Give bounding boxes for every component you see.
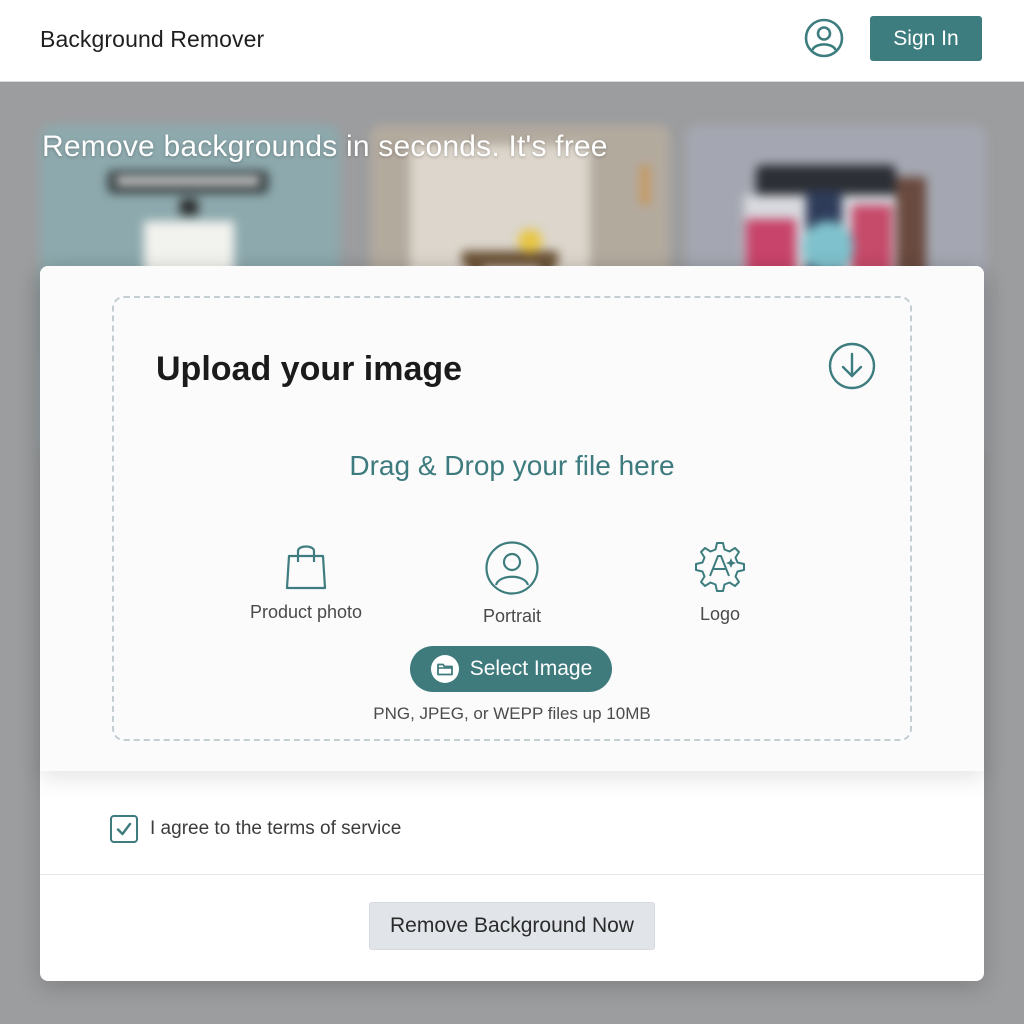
- terms-row: I agree to the terms of service: [110, 814, 401, 844]
- checkmark-icon: [116, 822, 132, 836]
- upload-panel: Upload your image Drag & Drop your file …: [40, 266, 984, 771]
- top-bar: Background Remover Sign In: [0, 0, 1024, 82]
- type-label-product-photo: Product photo: [249, 602, 363, 622]
- gear-letter-a-icon: [695, 542, 745, 592]
- account-button[interactable]: [803, 17, 845, 59]
- drop-zone[interactable]: Upload your image Drag & Drop your file …: [112, 296, 912, 741]
- hero-headline: Remove backgrounds in seconds. It's free: [42, 130, 608, 163]
- select-image-button[interactable]: Select Image: [410, 646, 612, 692]
- select-image-label: Select Image: [469, 657, 593, 680]
- user-circle-icon: [804, 18, 844, 58]
- terms-label: I agree to the terms of service: [150, 818, 402, 839]
- type-option-product-photo[interactable]: Product photo: [216, 540, 396, 623]
- sign-in-button[interactable]: Sign In: [870, 16, 982, 61]
- upload-card: Upload your image Drag & Drop your file …: [40, 266, 984, 981]
- type-option-portrait[interactable]: Portrait: [422, 540, 602, 627]
- app-title: Background Remover: [40, 26, 265, 52]
- remove-background-button[interactable]: Remove Background Now: [369, 902, 655, 950]
- upload-title: Upload your image: [156, 350, 463, 388]
- user-circle-icon: [485, 541, 539, 595]
- terms-checkbox[interactable]: [110, 815, 138, 843]
- type-option-logo[interactable]: Logo: [630, 540, 810, 625]
- divider: [40, 874, 984, 875]
- drag-drop-text: Drag & Drop your file here: [349, 450, 675, 481]
- arrow-down-circle-icon[interactable]: [828, 342, 876, 390]
- type-label-logo: Logo: [699, 604, 741, 624]
- type-label-portrait: Portrait: [482, 606, 542, 626]
- folder-icon: [430, 655, 459, 683]
- shopping-bag-icon: [285, 545, 327, 590]
- file-types-hint: PNG, JPEG, or WEPP files up 10MB: [373, 704, 651, 723]
